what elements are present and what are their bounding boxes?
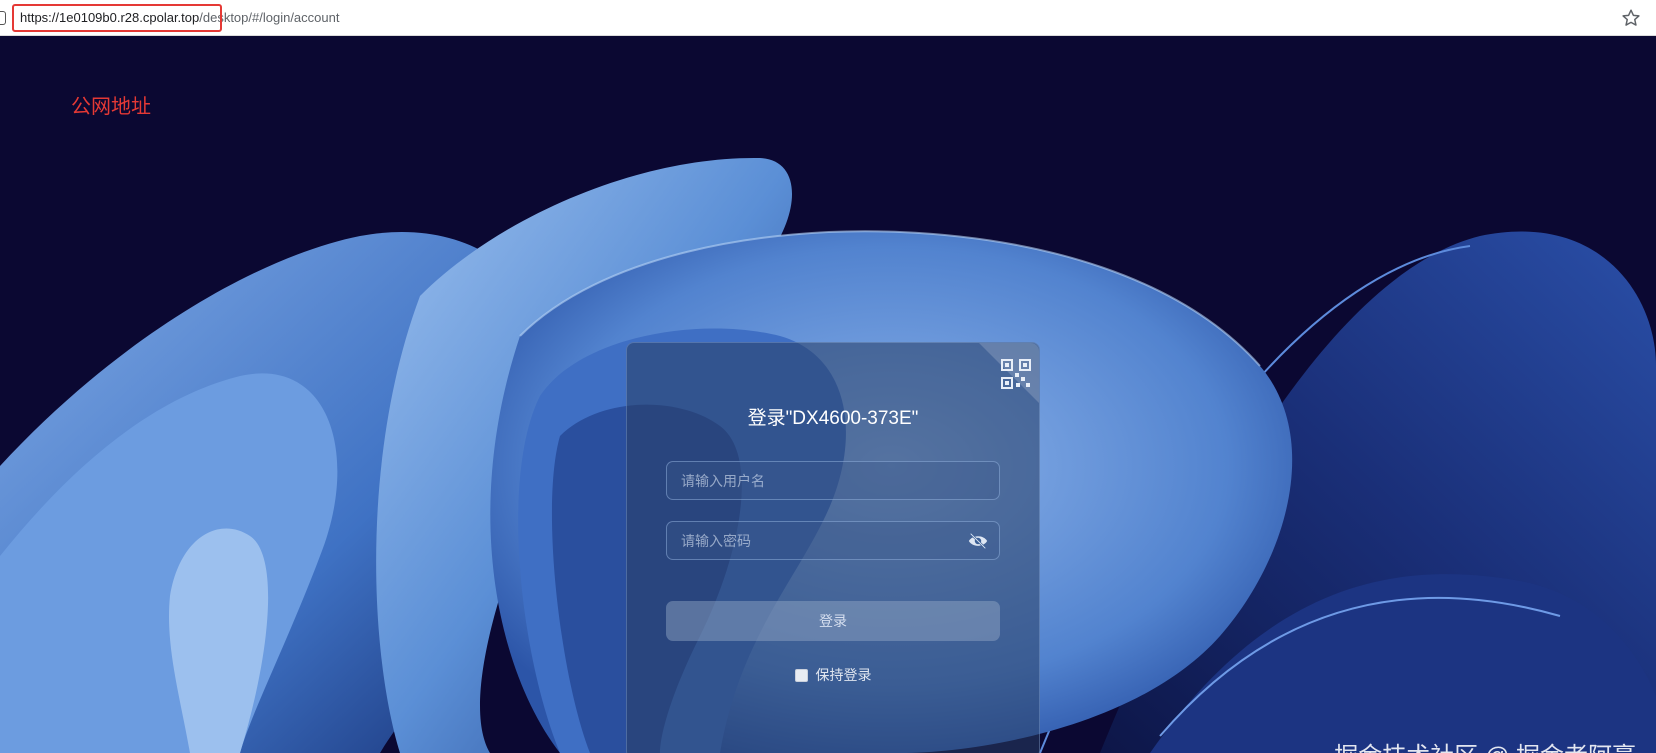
login-button[interactable]: 登录 [666, 601, 1000, 641]
bookmark-star-icon[interactable] [1620, 7, 1642, 29]
username-input[interactable] [667, 462, 999, 499]
watermark: 掘金技术社区 @ 掘金者阿豪 [1334, 736, 1636, 753]
password-input[interactable] [667, 522, 999, 559]
qr-code-icon[interactable] [1001, 359, 1031, 389]
password-field[interactable] [666, 521, 1000, 560]
page-info-icon[interactable] [0, 11, 6, 25]
public-address-annotation: 公网地址 [71, 96, 151, 118]
remember-row: 保持登录 [627, 665, 1039, 685]
page-viewport: 公网地址 登录"DX4600-373E" 请输入用户名 登录 保持登录 [0, 36, 1656, 753]
eye-hidden-icon[interactable] [967, 531, 989, 551]
login-title: 登录"DX4600-373E" [747, 408, 919, 429]
browser-address-bar: https://1e0109b0.r28.cpolar.top/desktop/… [0, 0, 1656, 36]
url-highlight-box [12, 4, 222, 32]
login-panel: 登录"DX4600-373E" 登录 保持登录 [626, 342, 1040, 753]
remember-label[interactable]: 保持登录 [816, 665, 872, 685]
remember-checkbox[interactable] [794, 668, 808, 682]
username-field[interactable] [666, 461, 1000, 500]
